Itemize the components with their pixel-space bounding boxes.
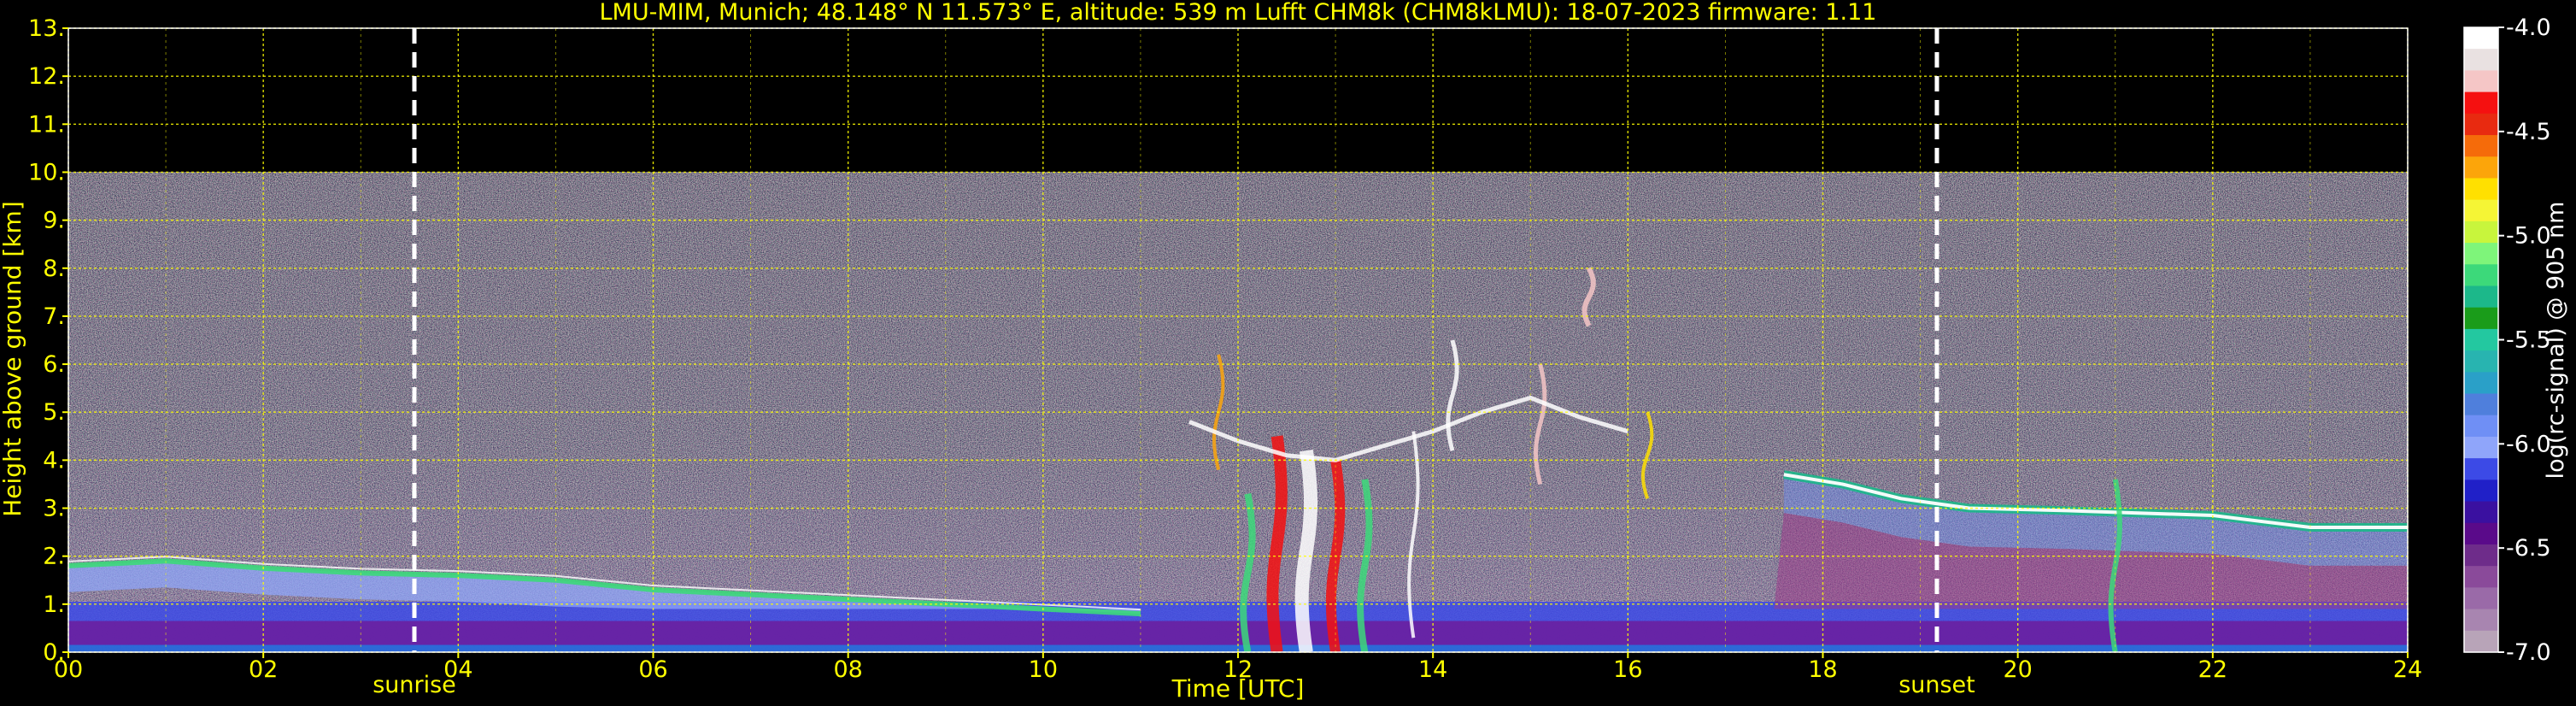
colorbar-segment-6 [2464,156,2498,179]
colorbar-tick-label-5: -6.5 [2506,535,2551,562]
x-axis-label: Time [UTC] [1171,674,1305,703]
x-tick-label-22: 22 [2198,656,2227,683]
convective-plume-2 [1294,449,1318,652]
x-tick-label-14: 14 [1418,656,1447,683]
colorbar-segment-9 [2464,221,2498,244]
colorbar: -4.0-4.5-5.0-5.5-6.0-6.5-7.0 [2463,15,2551,666]
ceilometer-chart: LMU-MIM, Munich; 48.148° N 11.573° E, al… [0,0,2569,703]
y-tick-label-3: 3. [43,496,65,522]
y-tick-label-0: 0. [43,639,65,666]
x-tick-label-06: 06 [638,656,667,683]
colorbar-segment-24 [2464,544,2498,567]
colorbar-segment-19 [2464,436,2498,459]
y-tick-label-11: 11. [28,111,65,138]
y-tick-label-10: 10. [28,159,65,185]
colorbar-segment-17 [2464,393,2498,416]
chart-title: LMU-MIM, Munich; 48.148° N 11.573° E, al… [600,0,1877,26]
x-tick-label-20: 20 [2003,656,2032,683]
y-tick-label-8: 8. [43,256,65,282]
colorbar-label: log(rc-signal) @ 905 nm [2543,202,2569,479]
colorbar-segment-23 [2464,522,2498,545]
colorbar-segment-21 [2464,479,2498,503]
colorbar-segment-11 [2464,264,2498,287]
y-tick-label-2: 2. [43,544,65,570]
colorbar-segment-0 [2464,27,2498,50]
colorbar-segment-22 [2464,501,2498,524]
colorbar-tick-label-0: -4.0 [2506,15,2551,41]
colorbar-segment-3 [2464,91,2498,115]
x-tick-label-10: 10 [1029,656,1058,683]
colorbar-segment-4 [2464,113,2498,136]
colorbar-segment-8 [2464,199,2498,222]
colorbar-segment-15 [2464,350,2498,373]
y-tick-label-12: 12. [28,63,65,90]
x-tick-label-16: 16 [1613,656,1642,683]
y-axis-ticks: 0. 1. 2. 3. 4. 5. 6. 7. 8. 9. 10. 11. 12. 13. [28,15,68,666]
colorbar-segment-14 [2464,328,2498,351]
y-tick-label-9: 9. [43,208,65,234]
colorbar-segment-2 [2464,70,2498,93]
colorbar-tick-label-1: -4.5 [2506,119,2551,145]
y-tick-label-13: 13. [28,15,65,42]
colorbar-segment-13 [2464,307,2498,330]
colorbar-segment-12 [2464,285,2498,309]
colorbar-segment-25 [2464,566,2498,588]
y-tick-label-1: 1. [43,591,65,618]
y-tick-label-6: 6. [43,351,65,378]
y-tick-label-4: 4. [43,447,65,474]
y-axis-label: Height above ground [km] [0,201,26,517]
x-tick-label-08: 08 [833,656,862,683]
colorbar-tick-label-6: -7.0 [2506,639,2551,666]
colorbar-segment-18 [2464,415,2498,438]
colorbar-segment-16 [2464,372,2498,395]
x-tick-label-18: 18 [1808,656,1837,683]
x-tick-label-02: 02 [249,656,278,683]
colorbar-segment-5 [2464,135,2498,157]
colorbar-segment-10 [2464,243,2498,265]
event-label-1: sunset [1898,672,1975,698]
colorbar-segment-27 [2464,609,2498,632]
y-tick-label-5: 5. [43,399,65,426]
colorbar-segment-20 [2464,458,2498,480]
x-tick-label-24: 24 [2393,656,2422,683]
colorbar-segment-28 [2464,630,2498,653]
colorbar-segment-7 [2464,178,2498,201]
colorbar-segment-26 [2464,587,2498,610]
y-tick-label-7: 7. [43,303,65,330]
x-tick-label-04: 04 [443,656,472,683]
colorbar-segment-1 [2464,49,2498,72]
